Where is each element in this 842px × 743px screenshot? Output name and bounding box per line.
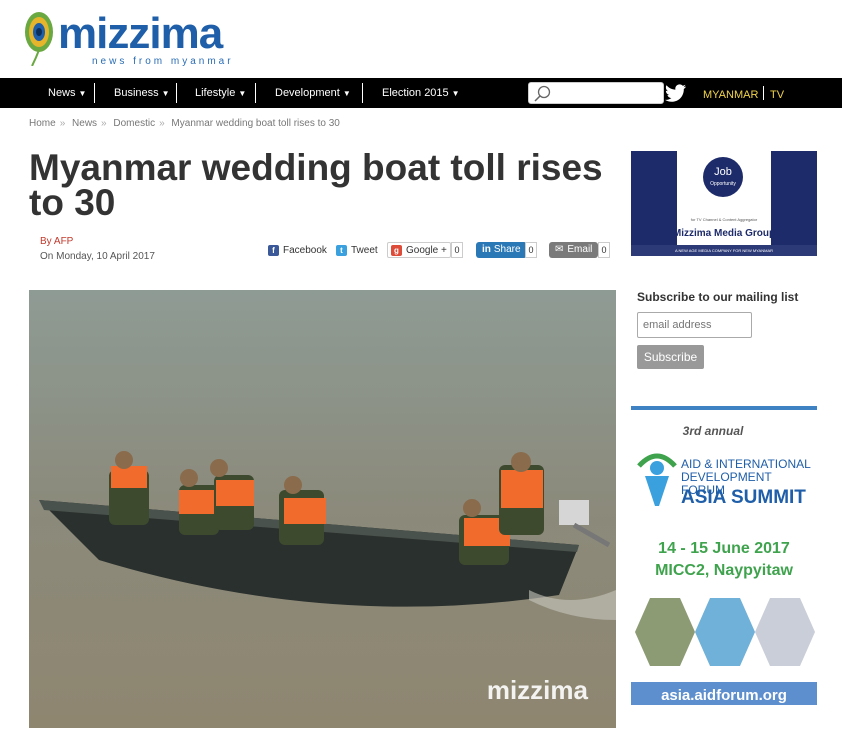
linkedin-count: 0 [525,242,537,258]
breadcrumb-sep: » [101,118,107,129]
chevron-down-icon: ▼ [161,89,170,98]
email-label: Email [567,244,593,255]
nav-item-business[interactable]: Business ▼ [114,78,170,108]
nav-label: Election 2015 [382,87,449,99]
photo-watermark: mizzima [486,675,588,705]
forum-asia-summit: ASIA SUMMIT [681,487,806,508]
google-plus-icon: g [391,244,402,256]
email-share-button[interactable]: ✉ Email [549,242,599,258]
chevron-down-icon: ▼ [451,89,460,98]
boat-photo [29,290,616,728]
breadcrumb-home[interactable]: Home [29,118,56,129]
forum-person-icon [637,453,677,506]
chevron-down-icon: ▼ [78,89,87,98]
article-photo: mizzima [29,290,616,728]
logo-tagline: news from myanmar [92,56,234,67]
nav-divider [362,83,363,103]
article-date: On Monday, 10 April 2017 [40,251,155,262]
nav-label: Development [275,87,340,99]
linkedin-icon: in [482,244,491,255]
search-icon [534,85,551,102]
lang-tv-link[interactable]: TV [770,78,784,112]
google-plus-label: Google + [406,244,447,256]
opportunity-text: Opportunity [710,181,736,187]
nav-item-development[interactable]: Development ▼ [275,78,351,108]
facebook-icon: f [268,244,279,256]
ad-subtext: for TV Channel & Content Aggregator [690,217,758,222]
chevron-down-icon: ▼ [238,89,247,98]
job-text: Job [714,166,732,178]
mailing-list-heading: Subscribe to our mailing list [637,290,799,304]
email-count: 0 [598,242,610,258]
nav-item-election-2015[interactable]: Election 2015 ▼ [382,78,460,108]
google-plus-button[interactable]: g Google + [387,242,451,258]
peacock-feather-icon [25,12,53,66]
google-plus-count: 0 [451,242,463,258]
article-byline[interactable]: By AFP [40,236,73,247]
nav-label: News [48,87,76,99]
breadcrumb-domestic[interactable]: Domestic [113,118,155,129]
forum-dates: 14 - 15 June 2017 [658,540,790,557]
forum-url[interactable]: asia.aidforum.org [631,682,817,705]
job-badge: Job Opportunity [703,157,743,197]
lang-divider [763,86,764,100]
linkedin-label: Share [493,244,521,255]
ad-annual: 3rd annual [682,424,744,438]
ad-group-name: Mizzima Media Group [672,228,776,239]
nav-label: Business [114,87,159,99]
email-address-input[interactable] [637,312,752,338]
search-input[interactable] [528,82,664,104]
envelope-icon: ✉ [555,244,564,255]
twitter-icon[interactable] [665,84,687,102]
chevron-down-icon: ▼ [342,89,351,98]
lang-myanmar-link[interactable]: MYANMAR [703,78,758,112]
linkedin-share-button[interactable]: in Share [476,242,527,258]
facebook-share-button[interactable]: f Facebook [268,242,327,258]
forum-hexagon-photos [635,598,815,666]
nav-divider [255,83,256,103]
breadcrumb-sep: » [159,118,165,129]
tweet-button[interactable]: t Tweet [336,242,378,258]
breadcrumb: Home» News» Domestic» Myanmar wedding bo… [29,118,344,129]
tweet-label: Tweet [351,244,378,256]
ad-bottom-bar: A NEW AGE MEDIA COMPANY FOR NEW MYANMAR [631,245,817,256]
nav-label: Lifestyle [195,87,236,99]
job-opportunity-ad[interactable]: Job Opportunity for TV Channel & Content … [631,151,817,256]
main-nav: News ▼ Business ▼ Lifestyle ▼ Development ▼ … [0,78,842,108]
nav-divider [94,83,95,103]
nav-divider [176,83,177,103]
aid-forum-ad[interactable]: 3rd annual AID & INTERNATIONAL DEVELOPME… [631,406,817,705]
site-logo[interactable]: mizzima news from myanmar [20,8,260,70]
nav-item-lifestyle[interactable]: Lifestyle ▼ [195,78,246,108]
nav-item-news[interactable]: News ▼ [48,78,86,108]
logo-wordmark: mizzima [58,9,223,58]
twitter-bird-icon: t [336,244,347,256]
breadcrumb-current: Myanmar wedding boat toll rises to 30 [171,118,340,129]
subscribe-button[interactable]: Subscribe [637,345,704,369]
article-title: Myanmar wedding boat toll rises to 30 [29,147,603,223]
forum-venue: MICC2, Naypyitaw [655,562,793,579]
breadcrumb-sep: » [59,118,66,129]
breadcrumb-news[interactable]: News [72,118,97,129]
facebook-label: Facebook [283,244,327,256]
